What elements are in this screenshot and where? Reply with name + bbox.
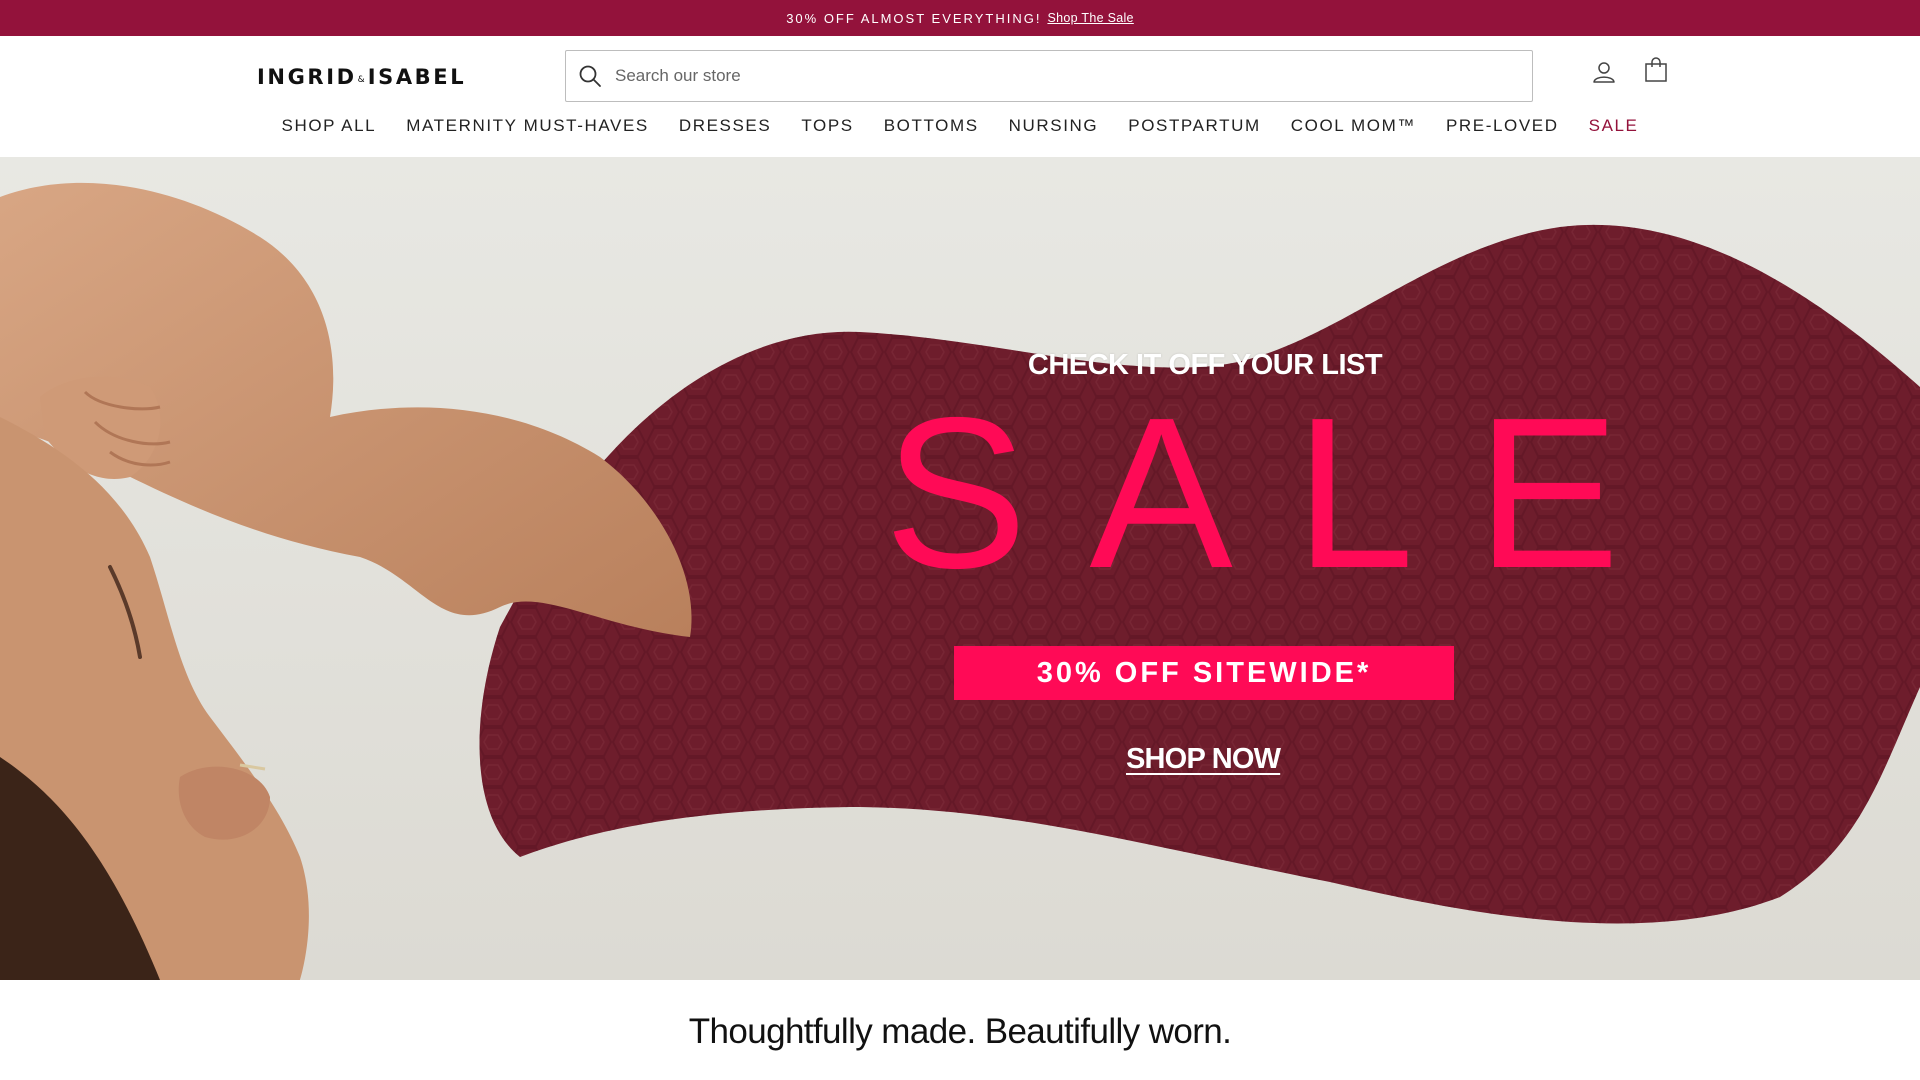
search-box[interactable] xyxy=(565,50,1533,102)
announcement-text: 30% OFF ALMOST EVERYTHING! xyxy=(786,10,1042,26)
nav-maternity-must-haves[interactable]: MATERNITY MUST-HAVES xyxy=(391,116,664,144)
nav-nursing[interactable]: NURSING xyxy=(994,116,1114,144)
cart-icon xyxy=(1645,57,1667,82)
nav-dresses[interactable]: DRESSES xyxy=(664,116,786,144)
nav-shop-all[interactable]: SHOP ALL xyxy=(267,116,392,144)
nav-cool-mom[interactable]: COOL MOM™ xyxy=(1276,116,1431,144)
nav-tops[interactable]: TOPS xyxy=(786,116,868,144)
site-logo[interactable]: INGRID & ISABEL xyxy=(257,65,466,89)
shop-the-sale-link[interactable]: Shop The Sale xyxy=(1047,11,1133,25)
shop-now-button[interactable]: SHOP NOW xyxy=(1126,743,1281,776)
search-input[interactable] xyxy=(615,66,1515,86)
account-icon xyxy=(1593,62,1615,83)
hero-headline: SALE xyxy=(884,372,1682,613)
search-icon[interactable] xyxy=(578,64,602,88)
cart-button[interactable] xyxy=(1642,56,1670,84)
logo-ampersand: & xyxy=(357,75,365,85)
logo-text-right: ISABEL xyxy=(367,65,467,89)
nav-bottoms[interactable]: BOTTOMS xyxy=(869,116,994,144)
announcement-bar: 30% OFF ALMOST EVERYTHING! Shop The Sale xyxy=(0,0,1920,36)
nav-postpartum[interactable]: POSTPARTUM xyxy=(1113,116,1276,144)
account-button[interactable] xyxy=(1590,58,1618,86)
logo-text-left: INGRID xyxy=(257,65,357,89)
main-navigation: SHOP ALL MATERNITY MUST-HAVES DRESSES TO… xyxy=(0,116,1920,144)
hero-banner[interactable]: CHECK IT OFF YOUR LIST SALE 30% OFF SITE… xyxy=(0,157,1920,980)
nav-pre-loved[interactable]: PRE-LOVED xyxy=(1431,116,1574,144)
hero-discount-badge: 30% OFF SITEWIDE* xyxy=(954,646,1454,700)
brand-tagline: Thoughtfully made. Beautifully worn. xyxy=(688,1012,1232,1051)
site-header: INGRID & ISABEL SHOP ALL MATERNITY MUST-… xyxy=(0,36,1920,157)
nav-sale[interactable]: SALE xyxy=(1574,116,1654,144)
